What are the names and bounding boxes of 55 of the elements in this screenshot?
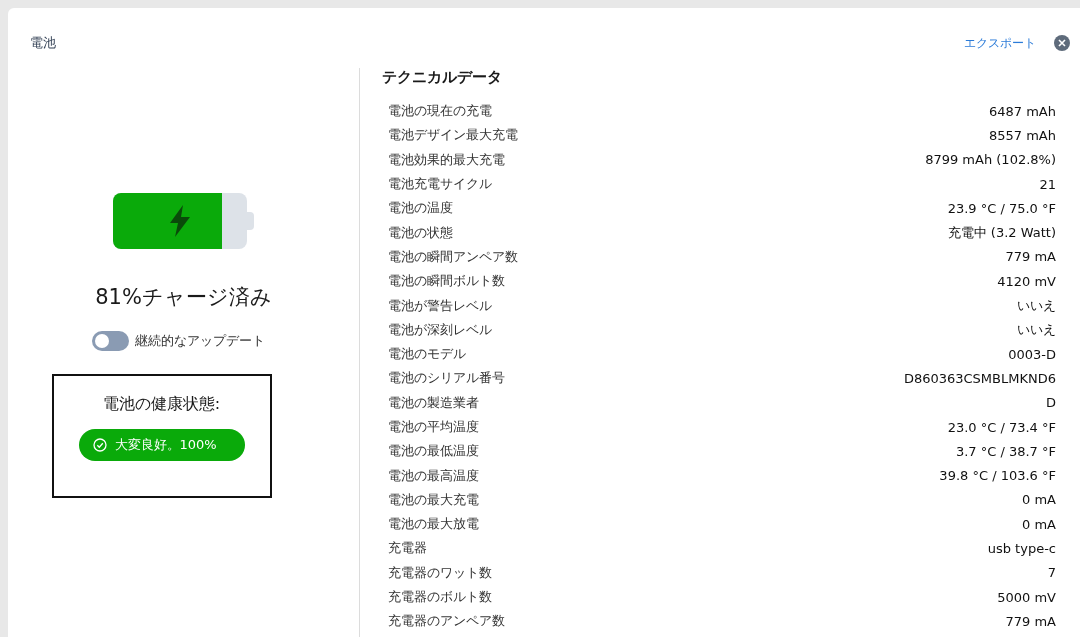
close-button[interactable] [1054,35,1070,51]
row-label: 電池の状態 [388,223,453,242]
row-value: 4120 mV [997,273,1056,289]
row-value: 39.8 °C / 103.6 °F [939,468,1056,484]
row-value: 0 mA [1022,516,1056,532]
row-value: D [1046,395,1056,411]
row-value: 779 mA [1005,249,1056,265]
row-label: 充電器のワット数 [388,563,492,582]
toggle-switch[interactable] [92,331,129,351]
row-label: 電池の最低温度 [388,442,479,461]
row-value: D860363CSMBLMKND6 [903,370,1056,386]
row-value: 8557 mAh [989,127,1056,143]
row-label: 充電器のボルト数 [388,588,492,607]
section-title: テクニカルデータ [382,68,503,87]
health-title: 電池の健康状態: [102,394,221,415]
row-label: 電池の製造業者 [388,393,479,412]
row-label: 電池充電サイクル [388,175,492,194]
health-text: 大変良好。100% [114,436,217,454]
charge-status: 81%チャージ済み [95,284,272,311]
row-value: 7 [1047,565,1056,581]
row-label: 電池デザイン最大充電 [388,126,518,145]
row-label: 充電器のアンペア数 [388,612,505,631]
close-icon [1058,39,1066,47]
row-value: いいえ [1017,296,1056,315]
row-label: 電池のシリアル番号 [388,369,505,388]
row-value: 0003-D [1008,346,1056,362]
row-value: 8799 mAh (102.8%) [925,152,1056,168]
row-value: 21 [1039,176,1056,192]
row-label: 電池の温度 [388,199,453,218]
row-label: 電池の現在の充電 [388,102,492,121]
row-value: いいえ [1017,320,1056,339]
row-value: 0 mA [1022,492,1056,508]
row-label: 電池効果的最大充電 [388,150,505,169]
row-label: 電池の最大充電 [388,490,479,509]
row-value: 6487 mAh [989,103,1056,119]
row-label: 電池の最高温度 [388,466,479,485]
check-icon [92,438,107,452]
row-value: 779 mA [1005,613,1056,629]
row-label: 電池の平均温度 [388,418,479,436]
row-value: usb type-c [987,541,1056,556]
row-value: 充電中 (3.2 Watt) [947,223,1056,242]
row-value: 5000 mV [997,589,1056,605]
row-value: 3.7 °C / 38.7 °F [955,443,1056,459]
row-label: 電池が警告レベル [388,296,492,315]
row-label: 電池の最大放電 [388,515,479,534]
row-value: 23.0 °C / 73.4 °F [947,419,1056,435]
export-link[interactable]: エクスポート [964,34,1036,52]
row-label: 充電器 [388,539,427,558]
row-value: 23.9 °C / 75.0 °F [947,200,1056,216]
toggle-label: 継続的なアップデート [135,332,265,350]
window-title: 電池 [30,34,56,52]
row-label: 電池の瞬間ボルト数 [388,272,505,291]
row-label: 電池のモデル [388,345,466,364]
row-label: 電池が深刻レベル [388,320,492,339]
row-label: 電池の瞬間アンペア数 [388,247,518,266]
